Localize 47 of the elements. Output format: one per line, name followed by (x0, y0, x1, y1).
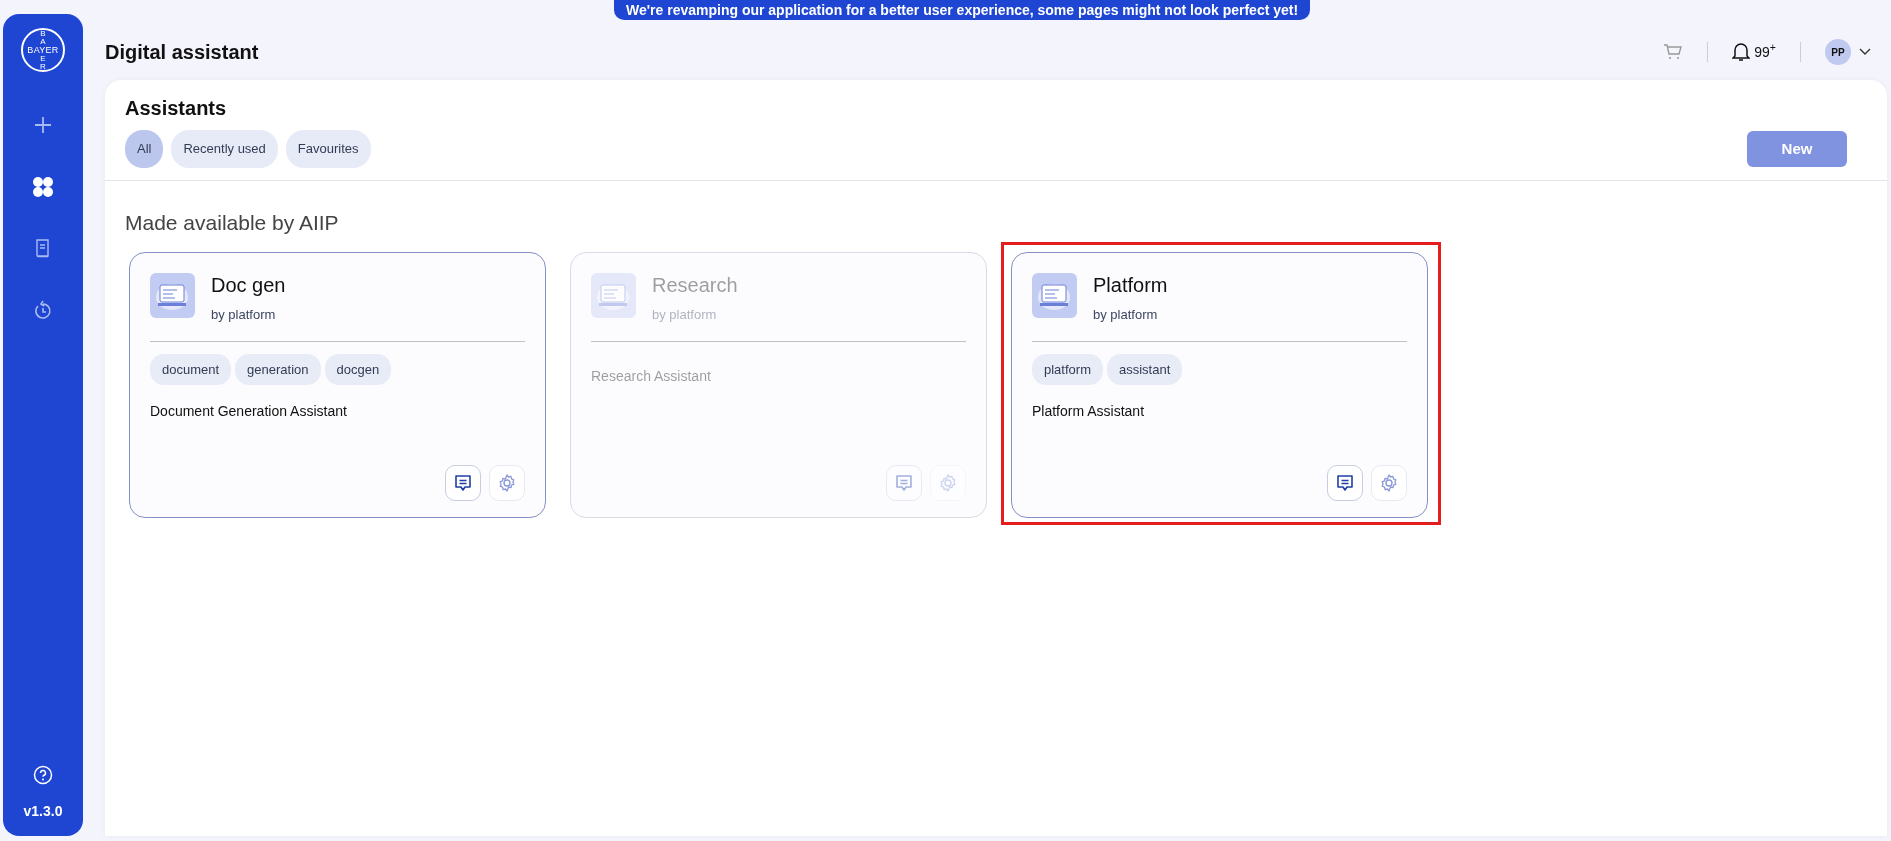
filter-tab[interactable]: Favourites (285, 130, 371, 168)
notification-count: 99$^{+}$ (1754, 41, 1776, 62)
panel-title: Assistants (125, 96, 228, 120)
chat-button[interactable] (1327, 465, 1363, 501)
chat-button[interactable] (445, 465, 481, 501)
assistant-author: by platform (211, 306, 277, 324)
assistant-name: Doc gen (211, 273, 286, 297)
tag-chip: document (150, 353, 232, 385)
filter-tab[interactable]: All (125, 130, 164, 168)
filter-tab[interactable]: Recently used (171, 130, 278, 168)
illustration-drawing (150, 273, 195, 318)
assistant-card[interactable]: Doc gen by platform document generation docgen Document Generation Assistant (129, 252, 546, 518)
illustration-drawing (1032, 273, 1077, 318)
tag-chip: generation (235, 353, 321, 385)
tag-chip: docgen (324, 353, 392, 385)
help-icon[interactable] (33, 765, 53, 785)
user-avatar[interactable]: PP (1825, 39, 1851, 65)
logo-text: BA (39, 29, 47, 46)
page-title: Digital assistant (105, 40, 259, 64)
grid-icon[interactable] (30, 174, 56, 200)
settings-button[interactable] (1371, 465, 1407, 501)
settings-icon (497, 473, 517, 493)
section-title: Made available by AIIP (125, 209, 340, 236)
settings-icon (1379, 473, 1399, 493)
cart-icon[interactable] (1663, 43, 1684, 61)
chat-icon (1335, 473, 1355, 493)
chat-icon (453, 473, 473, 493)
settings-button[interactable] (489, 465, 525, 501)
bell-icon[interactable] (1732, 42, 1751, 62)
assistant-author: by platform (1093, 306, 1159, 324)
assistant-description: Document Generation Assistant (150, 402, 348, 421)
assistant-card[interactable]: Platform by platform platform assistant Platform Assistant (1011, 252, 1428, 518)
assistant-description: Research Assistant (591, 366, 712, 386)
logo-text: ER (39, 54, 47, 71)
logo-text: BAYER (27, 45, 59, 55)
assistant-author: by platform (652, 306, 718, 324)
version-label: v1.3.0 (23, 802, 63, 821)
chat-icon (894, 473, 914, 493)
tag-chip: platform (1032, 353, 1103, 385)
tag-chip: assistant (1106, 353, 1183, 385)
assistant-description: Platform Assistant (1032, 402, 1146, 421)
notice-banner: We're revamping our application for a better user experience, some pages might not look perfect yet! (614, 0, 1311, 20)
illustration-drawing (591, 273, 636, 318)
assistant-name: Platform (1093, 273, 1168, 297)
chevron-down-icon[interactable] (1859, 48, 1871, 56)
settings-icon (938, 473, 958, 493)
assistant-name: Research (652, 273, 738, 297)
